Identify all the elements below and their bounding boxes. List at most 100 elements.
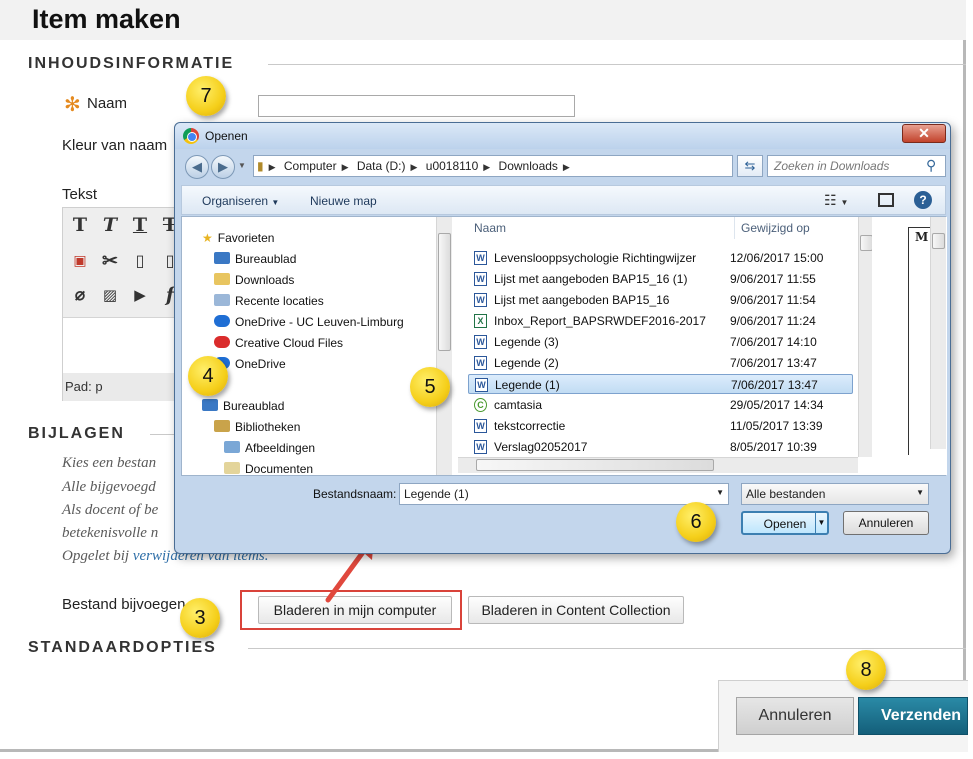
nav-item-pictures[interactable]: Afbeeldingen (224, 441, 315, 455)
refresh-icon[interactable]: ⇆ (737, 155, 763, 177)
close-icon[interactable]: ✕ (902, 124, 946, 143)
breadcrumb-drive[interactable]: Data (D:) (354, 156, 409, 176)
address-row: ◀ ▶ ▼ ▮ ▶ Computer ▶ Data (D:) ▶ u0018110 ▶ … (181, 153, 946, 181)
nav-item-libraries[interactable]: Bibliotheken (214, 420, 300, 434)
attachment-help-line: Kies een bestan (62, 455, 157, 471)
copy-icon[interactable]: ▯ (129, 250, 151, 272)
cancel-button[interactable]: Annuleren (736, 697, 854, 735)
submit-button[interactable]: Verzenden (858, 697, 968, 735)
image-icon[interactable]: ▨ (99, 284, 121, 306)
search-placeholder: Zoeken in Downloads (774, 159, 890, 173)
help-icon[interactable]: ? (914, 191, 932, 209)
organize-button[interactable]: Organiseren ▼ (202, 194, 279, 208)
view-options-icon[interactable]: ☷ ▼ (824, 192, 848, 209)
underline-text-icon[interactable]: T (129, 214, 151, 236)
file-type-select[interactable]: Alle bestanden ▼ (741, 483, 929, 505)
scrollbar-thumb[interactable] (932, 233, 945, 249)
file-attach-label: Bestand bijvoegen (62, 596, 186, 613)
breadcrumb-downloads[interactable]: Downloads (496, 156, 561, 176)
column-divider (734, 217, 735, 239)
nav-item-label: OneDrive (235, 357, 286, 371)
video-icon[interactable]: ▶ (129, 284, 151, 306)
nav-item-desktop[interactable]: Bureaublad (214, 252, 296, 266)
editor-text-area[interactable] (63, 318, 191, 373)
paste-text-icon[interactable]: ▣ (69, 250, 91, 272)
color-label: Kleur van naam (62, 137, 168, 154)
attachment-help-text: Opgelet bij (62, 548, 133, 564)
nav-item-label: Downloads (235, 273, 295, 287)
filename-input[interactable]: Legende (1) ▼ (399, 483, 729, 505)
breadcrumb-user[interactable]: u0018110 (423, 156, 482, 176)
chevron-down-icon[interactable]: ▼ (716, 488, 724, 497)
file-row[interactable]: W Lijst met aangeboden BAP15_16 9/06/2017 … (468, 290, 853, 310)
file-row[interactable]: W Legende (1) 7/06/2017 13:47 (468, 374, 853, 394)
section-heading-content-info: INHOUDSINFORMATIE (28, 55, 235, 72)
forward-icon[interactable]: ▶ (211, 155, 235, 179)
attach-icon[interactable]: ⌀ (69, 284, 91, 306)
cut-icon[interactable]: ✂ (99, 250, 121, 272)
file-date: 7/06/2017 14:10 (730, 335, 817, 349)
separator-icon: ▶ (562, 162, 570, 172)
new-folder-button[interactable]: Nieuwe map (310, 194, 377, 208)
section-heading-attachments: BIJLAGEN (28, 425, 125, 442)
scrollbar-thumb[interactable] (438, 233, 451, 351)
nav-item-desktop-root[interactable]: Bureaublad (202, 399, 284, 413)
list-top (458, 239, 862, 244)
chevron-down-icon[interactable]: ▼ (815, 513, 827, 533)
file-row[interactable]: W Legende (3) 7/06/2017 14:10 (468, 332, 853, 352)
file-name: Lijst met aangeboden BAP15_16 (494, 293, 670, 307)
attachment-help-line: betekenisvolle n (62, 525, 159, 541)
nav-item-recent[interactable]: Recente locaties (214, 294, 324, 308)
file-name: Legende (3) (494, 335, 559, 349)
file-row[interactable]: W Legende (2) 7/06/2017 13:47 (468, 353, 853, 373)
file-row[interactable]: Wtekstcorrectie 11/05/2017 13:39 (468, 416, 853, 436)
bold-text-icon[interactable]: T (69, 214, 91, 236)
file-row[interactable]: X Inbox_Report_BAPSRWDEF2016-2017 9/06/201… (468, 311, 853, 331)
browse-content-collection-button[interactable]: Bladeren in Content Collection (468, 596, 684, 624)
text-label: Tekst (62, 186, 98, 203)
file-name: Legende (1) (495, 378, 560, 392)
recent-icon (214, 294, 230, 306)
column-header-modified[interactable]: Gewijzigd op (741, 221, 810, 235)
step-callout-8: 8 (846, 650, 886, 690)
column-header-name[interactable]: Naam (474, 221, 506, 235)
file-type-icon: W (474, 293, 487, 307)
command-bar: Organiseren ▼ Nieuwe map ☷ ▼ ? (181, 185, 946, 215)
chevron-down-icon: ▼ (271, 198, 280, 207)
separator-icon: ▶ (341, 162, 349, 172)
nav-item-creative-cloud[interactable]: Creative Cloud Files (214, 336, 343, 350)
breadcrumb-computer[interactable]: Computer (281, 156, 340, 176)
file-name: camtasia (494, 398, 543, 412)
file-row[interactable]: Ccamtasia 29/05/2017 14:34 (468, 395, 853, 415)
nav-item-downloads[interactable]: Downloads (214, 273, 294, 287)
file-list-hscrollbar[interactable] (458, 457, 858, 473)
nav-item-favorites[interactable]: ★ Favorieten (202, 231, 274, 245)
preview-pane-icon[interactable] (878, 193, 894, 207)
italic-text-icon[interactable]: T (99, 214, 121, 236)
nav-item-documents[interactable]: Documenten (224, 462, 313, 475)
preview-scrollbar[interactable] (930, 217, 946, 449)
file-row[interactable]: W Levenslooppsychologie Richtingwijzer 12/… (468, 248, 853, 268)
address-bar[interactable]: ▮ ▶ Computer ▶ Data (D:) ▶ u0018110 ▶ Downlo… (253, 155, 733, 177)
back-icon[interactable]: ◀ (185, 155, 209, 179)
libraries-icon (214, 420, 230, 432)
nav-item-onedrive-uc[interactable]: OneDrive - UC Leuven-Limburg (214, 315, 404, 329)
history-dropdown-icon[interactable]: ▼ (238, 161, 246, 170)
dialog-cancel-button[interactable]: Annuleren (843, 511, 929, 535)
file-name: tekstcorrectie (494, 419, 566, 433)
name-input[interactable] (258, 95, 575, 117)
file-row[interactable]: W Lijst met aangeboden BAP15_16 (1) 9/06/2… (468, 269, 853, 289)
nav-scrollbar[interactable] (436, 217, 452, 475)
file-type-icon: W (474, 419, 487, 433)
file-row[interactable]: W Verslag02052017 8/05/2017 10:39 (468, 437, 853, 457)
file-list: Naam Gewijzigd op W Levenslooppsychologie… (458, 217, 862, 475)
file-date: 11/05/2017 13:39 (730, 419, 823, 433)
text-editor[interactable]: T T T T ▣ ✂ ▯ ▯ ⌀ ▨ ▶ f Pad: p (62, 207, 192, 401)
search-input[interactable]: Zoeken in Downloads ⚲ (767, 155, 946, 177)
open-button[interactable]: Openen ▼ (741, 511, 829, 535)
file-type-icon: W (474, 440, 487, 454)
open-button-label: Openen (763, 517, 807, 531)
scrollbar-thumb[interactable] (476, 459, 714, 471)
nav-item-label: Bibliotheken (235, 420, 301, 434)
section-heading-standard-options: STANDAARDOPTIES (28, 639, 217, 656)
